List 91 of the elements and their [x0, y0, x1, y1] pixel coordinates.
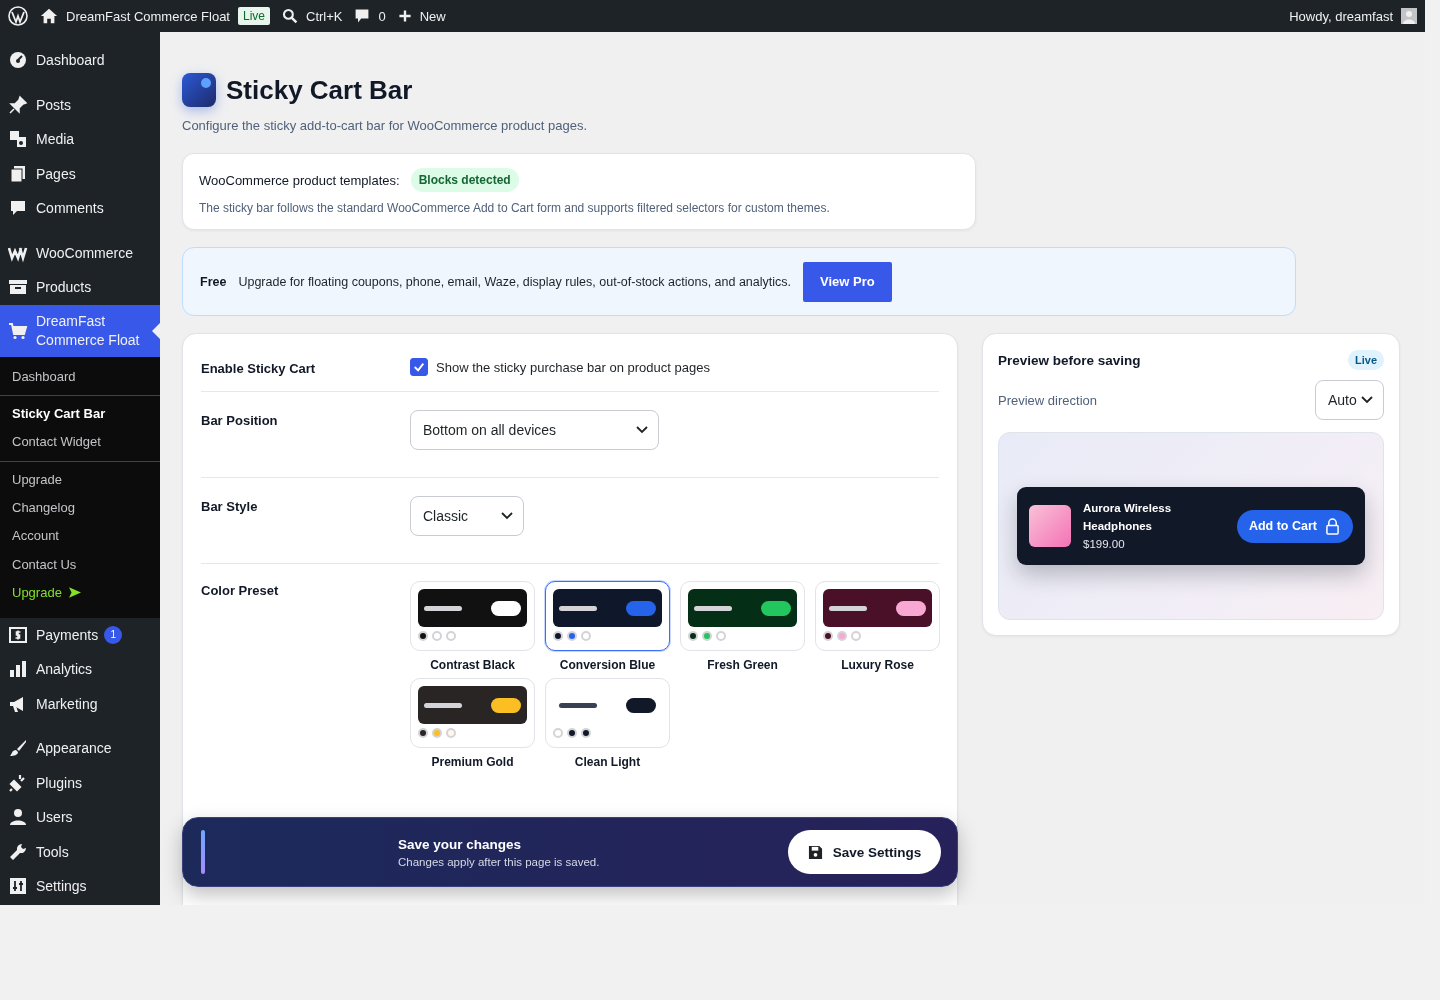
- submenu-link[interactable]: Sticky Cart Bar: [0, 399, 118, 429]
- color-preset-option[interactable]: [545, 581, 670, 651]
- home-icon: [40, 7, 58, 25]
- bar-chart-icon: [8, 659, 28, 680]
- save-description: Changes apply after this page is saved.: [398, 855, 601, 868]
- setting-label: Bar Position: [201, 412, 279, 430]
- save-settings-button[interactable]: Save Settings: [788, 830, 941, 874]
- add-to-cart-button[interactable]: Add to Cart: [1236, 509, 1353, 543]
- product-thumbnail: [1029, 505, 1071, 547]
- menu-item[interactable]: Marketing: [0, 686, 160, 722]
- menu-item[interactable]: Products: [0, 270, 160, 305]
- app-logo-icon: [182, 73, 216, 107]
- comments-link[interactable]: 0: [354, 8, 386, 24]
- submenu-link[interactable]: Upgrade: [0, 465, 74, 495]
- cart-icon: [8, 320, 28, 341]
- save-title: Save your changes: [398, 836, 523, 852]
- plus-icon: [397, 9, 412, 23]
- preset-name: Premium Gold: [430, 755, 515, 769]
- lock-icon: [1326, 517, 1339, 535]
- product-name: Aurora Wireless Headphones: [1083, 501, 1173, 534]
- submenu-link[interactable]: Dashboard: [0, 362, 88, 391]
- dropdown[interactable]: Classic: [410, 496, 524, 536]
- dropdown[interactable]: Bottom on all devices: [410, 410, 659, 450]
- plan-label: Free: [200, 274, 227, 289]
- preset-name: Contrast Black: [429, 658, 516, 672]
- menu-item[interactable]: Dashboard: [0, 43, 160, 78]
- submenu-link[interactable]: Contact Widget: [0, 428, 113, 457]
- site-link[interactable]: DreamFast Commerce Float: [40, 7, 230, 25]
- live-badge: Live: [238, 7, 270, 25]
- submenu-link[interactable]: Changelog: [0, 494, 87, 523]
- checkbox-label: Show the sticky purchase bar on product pages: [436, 359, 710, 375]
- menu-item[interactable]: Plugins: [0, 765, 160, 801]
- setting-label: Enable Sticky Cart: [201, 360, 317, 376]
- chevron-down-icon: [636, 426, 648, 434]
- pushpin-icon: [8, 94, 28, 115]
- preset-name: Luxury Rose: [840, 658, 915, 672]
- setting-label: Bar Style: [201, 498, 259, 516]
- plug-icon: [8, 772, 28, 793]
- menu-item[interactable]: Users: [0, 800, 160, 835]
- chevron-down-icon: [1361, 396, 1373, 404]
- search-icon: [282, 8, 298, 24]
- dollar-icon: [8, 624, 28, 645]
- page-subtitle: Configure the sticky add-to-cart bar for WooCommerce product pages.: [182, 118, 589, 133]
- preset-name: Clean Light: [573, 755, 642, 769]
- gauge-icon: [8, 50, 28, 71]
- greeting-link[interactable]: Howdy, dreamfast: [1289, 8, 1417, 24]
- new-link[interactable]: New: [397, 8, 446, 24]
- dropdown[interactable]: Auto: [1315, 380, 1384, 420]
- count-badge: 1: [104, 625, 123, 644]
- preset-name: Conversion Blue: [558, 658, 657, 672]
- notice-label: WooCommerce product templates:: [199, 172, 400, 188]
- menu-item[interactable]: WooCommerce: [0, 235, 160, 270]
- speech-bubble-icon: [354, 8, 371, 24]
- menu-item[interactable]: Appearance: [0, 731, 160, 766]
- checkmark-icon: [413, 361, 425, 373]
- menu-item[interactable]: DreamFast Commerce Float: [0, 304, 160, 357]
- wordpress-logo-icon[interactable]: [8, 6, 28, 26]
- pages-icon: [8, 163, 28, 184]
- menu-item[interactable]: Pages: [0, 156, 160, 191]
- menu-item[interactable]: Media: [0, 122, 160, 157]
- upsell-text: Upgrade for floating coupons, phone, email, Waze, display rules, out-of-stock actions, and analytics.: [238, 274, 791, 289]
- submenu-link[interactable]: Contact Us: [0, 550, 89, 580]
- accent-line: [201, 830, 205, 874]
- menu-item[interactable]: Payments 1: [0, 617, 160, 653]
- product-price: $199.00: [1083, 537, 1126, 552]
- submenu-link[interactable]: Upgrade: [0, 579, 94, 608]
- menu-item[interactable]: Posts: [0, 87, 160, 122]
- page-title: Sticky Cart Bar: [226, 74, 413, 106]
- view-pro-button[interactable]: View Pro: [803, 261, 892, 302]
- search-shortcut[interactable]: Ctrl+K: [282, 8, 343, 24]
- sliders-icon: [8, 876, 28, 897]
- notice-text: The sticky bar follows the standard WooCommerce Add to Cart form and supports filtered selectors for custom themes.: [199, 201, 831, 215]
- menu-item[interactable]: Comments: [0, 191, 160, 226]
- user-icon: [8, 807, 28, 828]
- arrow-icon: [69, 587, 82, 599]
- media-icon: [8, 129, 28, 150]
- setting-label: Color Preset: [201, 582, 280, 600]
- menu-item[interactable]: Analytics: [0, 652, 160, 687]
- submenu-link[interactable]: Account: [0, 522, 71, 551]
- avatar-icon: [1401, 8, 1417, 24]
- menu-item[interactable]: Settings: [0, 869, 160, 904]
- preview-title: Preview before saving: [998, 352, 1141, 368]
- paintbrush-icon: [8, 738, 28, 759]
- live-badge: Live: [1348, 350, 1384, 370]
- chevron-down-icon: [501, 512, 513, 520]
- menu-item[interactable]: Tools: [0, 834, 160, 870]
- preset-name: Fresh Green: [706, 658, 779, 672]
- status-badge: Blocks detected: [410, 168, 519, 192]
- checkbox[interactable]: [410, 358, 428, 376]
- field-label: Preview direction: [998, 392, 1097, 408]
- wrench-icon: [8, 841, 28, 862]
